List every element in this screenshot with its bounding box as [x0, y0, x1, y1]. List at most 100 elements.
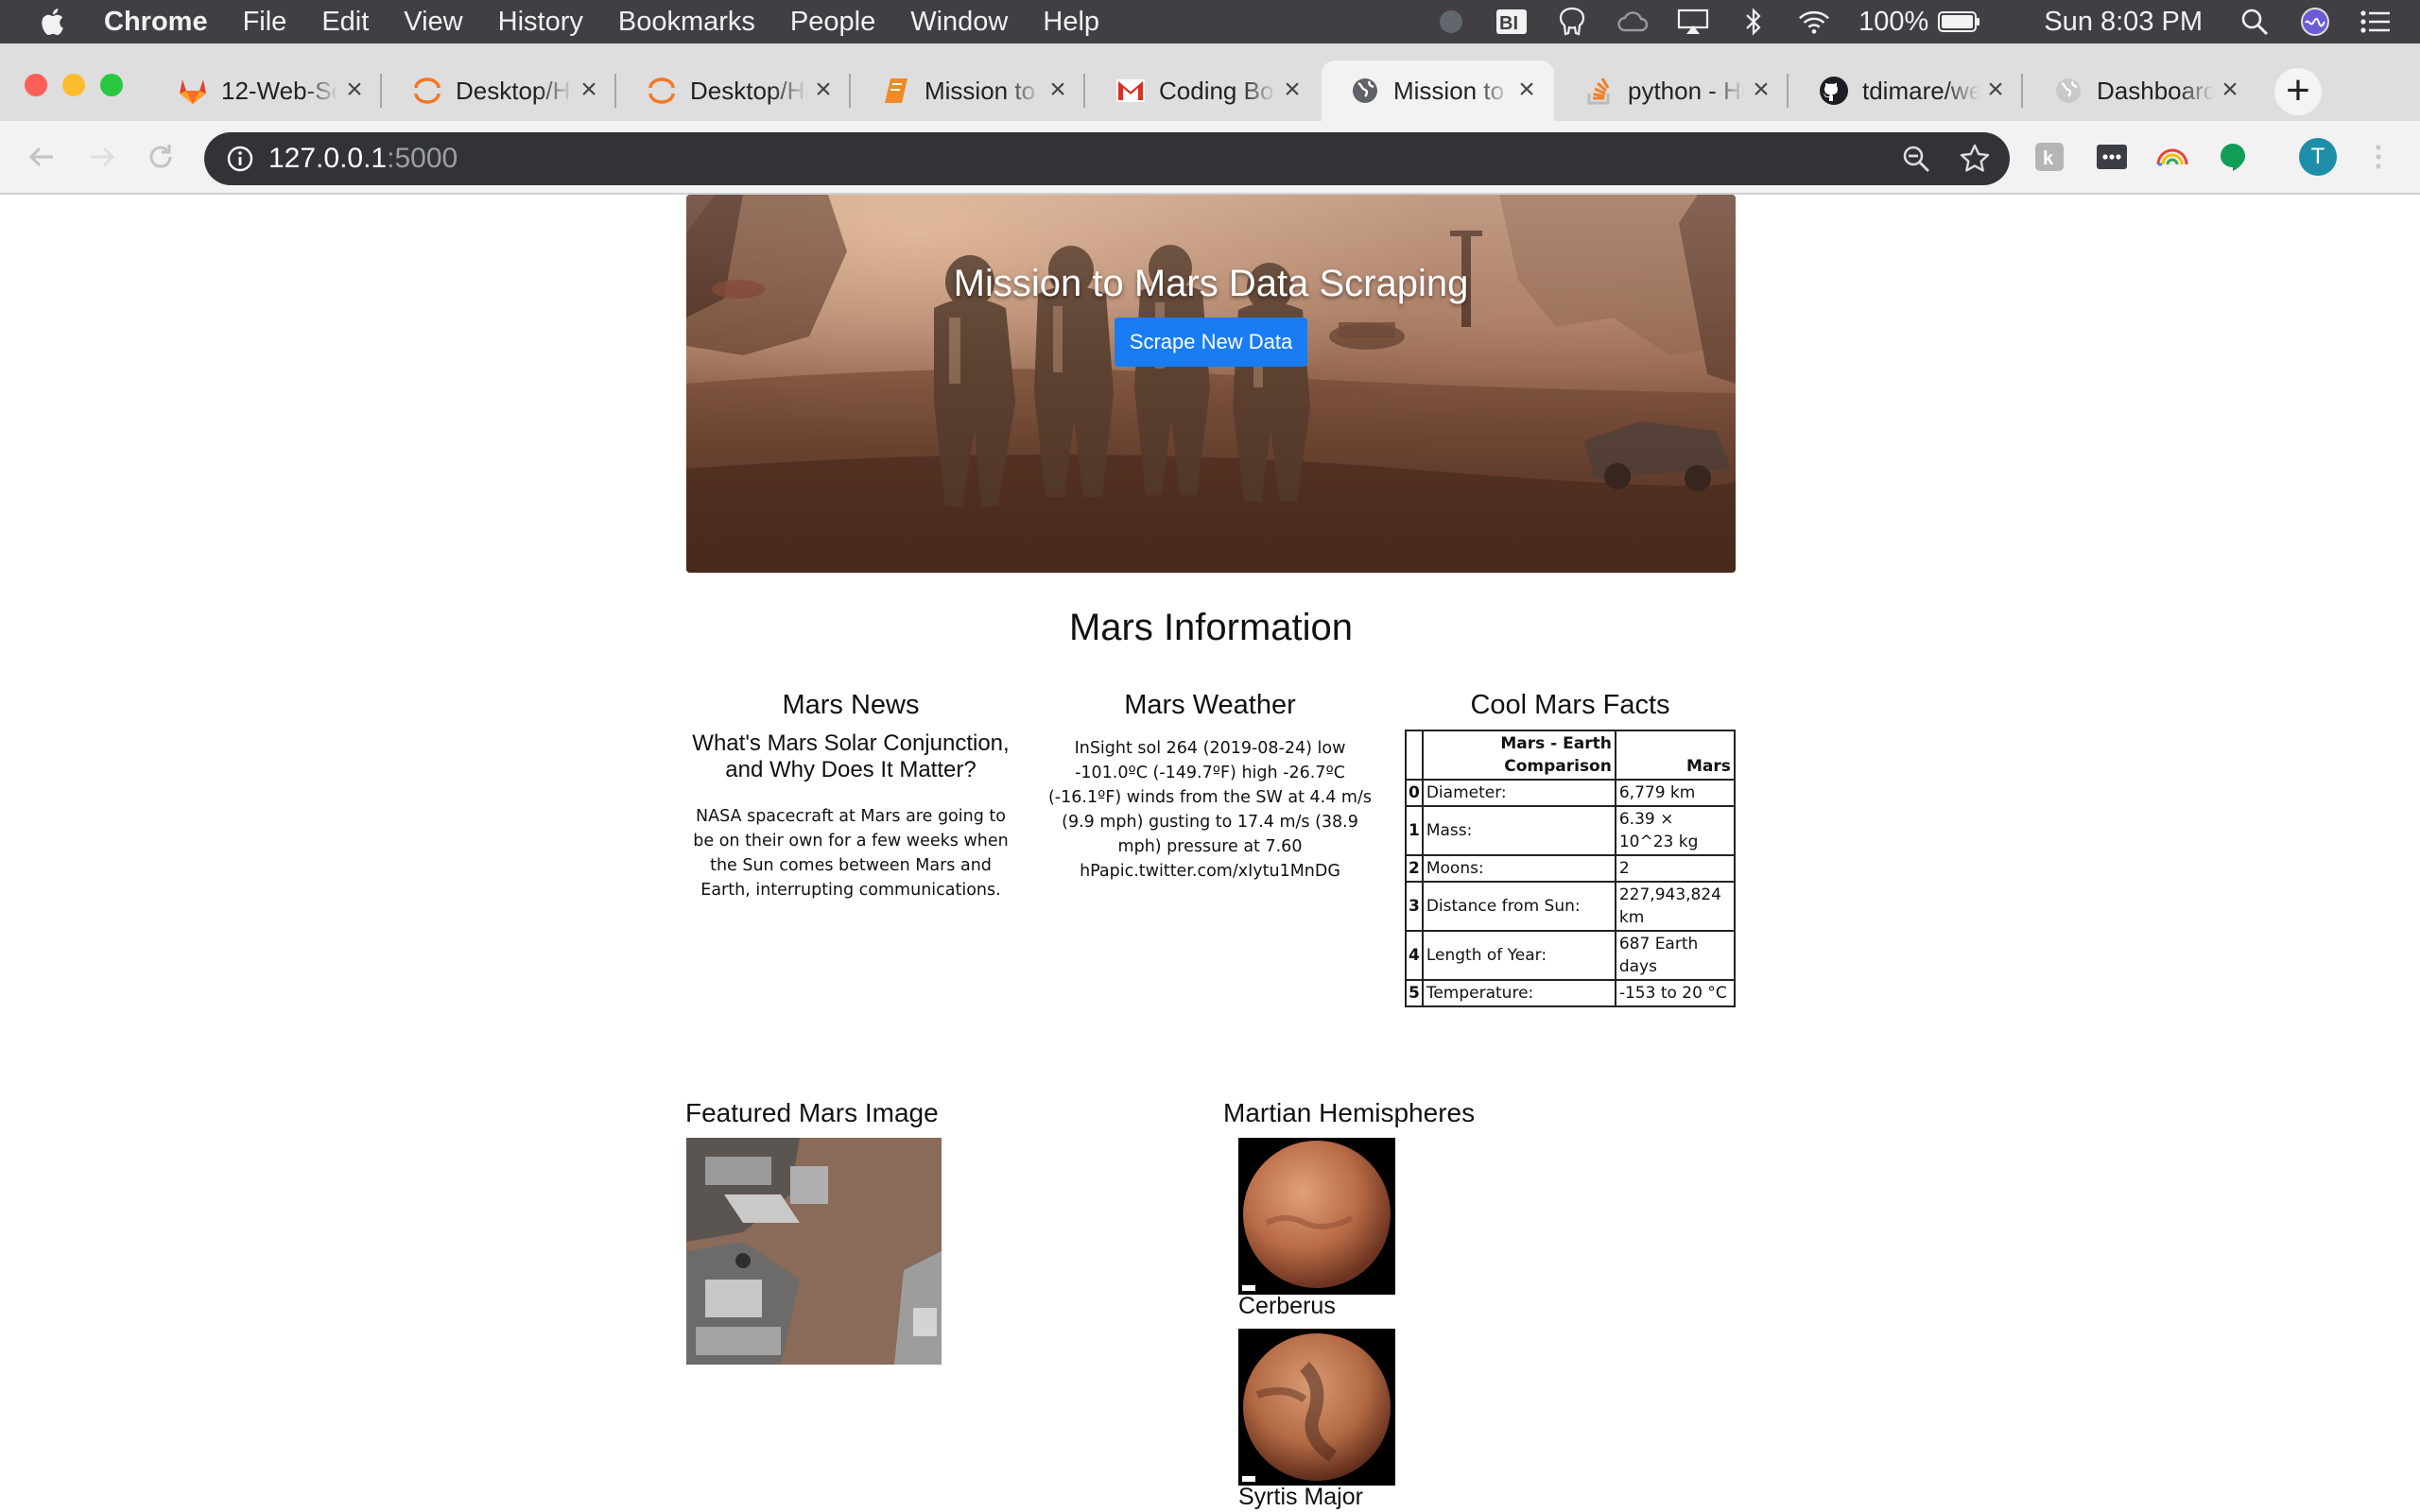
tab-jupyter-2[interactable]: Desktop/Homework ×: [618, 60, 851, 121]
tab-mission-active[interactable]: Mission to Mars ×: [1322, 60, 1554, 121]
tab-close-icon[interactable]: ×: [1749, 76, 1773, 104]
tab-close-icon[interactable]: ×: [2218, 76, 2242, 104]
menu-history[interactable]: History: [498, 7, 583, 38]
tab-gitlab[interactable]: 12-Web-Scraping ×: [149, 60, 382, 121]
tab-title: tdimare/web-scraping: [1862, 76, 1979, 105]
tab-close-icon[interactable]: ×: [1280, 76, 1305, 104]
mars-facts-table: Mars - Earth Comparison Mars 0 Diameter: 6…: [1405, 730, 1736, 1007]
tab-stackoverflow[interactable]: python - How to ×: [1556, 60, 1789, 121]
menu-edit[interactable]: Edit: [321, 7, 369, 38]
battery-percentage: 100%: [1858, 6, 1929, 37]
featured-image-heading: Featured Mars Image: [685, 1098, 939, 1127]
spotlight-search-icon[interactable]: [2238, 8, 2271, 36]
tab-title: Desktop/Homework: [456, 76, 573, 105]
bluetooth-icon[interactable]: [1737, 8, 1770, 36]
macos-menu-bar: Chrome File Edit View History Bookmarks …: [0, 0, 2420, 43]
window-zoom-button[interactable]: [100, 74, 123, 96]
scrape-new-data-button[interactable]: Scrape New Data: [1115, 318, 1307, 367]
info-icon[interactable]: [227, 146, 253, 172]
window-minimize-button[interactable]: [62, 74, 85, 96]
extension-k-icon[interactable]: k: [2032, 140, 2066, 174]
svg-text:BI: BI: [1499, 13, 1518, 34]
featured-mars-image[interactable]: [686, 1138, 942, 1365]
table-row: 2 Moons: 2: [1405, 854, 1736, 883]
menu-file[interactable]: File: [243, 7, 287, 38]
wifi-icon[interactable]: [1798, 8, 1830, 36]
postgres-elephant-icon[interactable]: [1556, 7, 1588, 36]
bi-icon[interactable]: BI: [1495, 8, 1528, 36]
fact-label: Diameter:: [1421, 779, 1616, 807]
tab-close-icon[interactable]: ×: [342, 76, 367, 104]
apple-icon[interactable]: [38, 6, 70, 38]
forward-arrow-icon[interactable]: [85, 140, 119, 174]
tab-title: Mission to Mars: [1393, 76, 1511, 105]
zoom-icon[interactable]: [1902, 145, 1930, 173]
mars-facts-column: Cool Mars Facts: [1404, 690, 1737, 730]
news-paragraph: NASA spacecraft at Mars are going to be …: [693, 807, 1009, 900]
fact-label: Moons:: [1421, 854, 1616, 883]
notebook-icon: [881, 76, 911, 106]
notification-center-icon[interactable]: [2360, 8, 2392, 36]
stackoverflow-icon: [1584, 76, 1615, 106]
fact-value: 687 Earth days: [1614, 930, 1736, 981]
tab-close-icon[interactable]: ×: [1983, 76, 2008, 104]
address-bar[interactable]: 127.0.0.1:5000: [204, 132, 2010, 185]
reload-icon[interactable]: [144, 140, 178, 174]
menu-view[interactable]: View: [404, 7, 462, 38]
table-header-row: Mars - Earth Comparison Mars: [1405, 730, 1736, 781]
siri-icon[interactable]: [2299, 8, 2331, 36]
extension-password-icon[interactable]: [2095, 140, 2129, 174]
table-row: 0 Diameter: 6,779 km: [1405, 779, 1736, 807]
globe-icon: [1350, 76, 1380, 106]
tab-separator: [1083, 74, 1085, 108]
extension-rainbow-icon[interactable]: [2155, 140, 2189, 174]
jumbotron-banner: Mission to Mars Data Scraping Scrape New…: [686, 195, 1736, 573]
row-index: 2: [1405, 854, 1424, 883]
tab-close-icon[interactable]: ×: [577, 76, 601, 104]
page-viewport: Mission to Mars Data Scraping Scrape New…: [0, 195, 2420, 1512]
airplay-icon[interactable]: [1677, 8, 1709, 36]
tab-close-icon[interactable]: ×: [1514, 76, 1539, 104]
fact-value: 6,779 km: [1614, 779, 1736, 807]
menu-help[interactable]: Help: [1043, 7, 1099, 38]
fact-value: 227,943,824 km: [1614, 881, 1736, 932]
menubar-clock[interactable]: Sun 8:03 PM: [2044, 7, 2203, 38]
tab-github[interactable]: tdimare/web-scraping ×: [1790, 60, 2023, 121]
status-dot-icon[interactable]: [1435, 8, 1467, 36]
profile-avatar[interactable]: T: [2299, 138, 2337, 176]
svg-text:k: k: [2043, 148, 2054, 169]
jumbotron-overlay: [686, 195, 1736, 573]
syrtis-major-hemisphere-image[interactable]: [1238, 1329, 1395, 1486]
table-row: 4 Length of Year: 687 Earth days: [1405, 930, 1736, 981]
creative-cloud-icon[interactable]: [1616, 8, 1649, 36]
bookmark-star-icon[interactable]: [1959, 143, 1991, 175]
github-icon: [1819, 76, 1849, 106]
window-close-button[interactable]: [25, 74, 47, 96]
menu-app-chrome[interactable]: Chrome: [104, 7, 208, 38]
menu-bookmarks[interactable]: Bookmarks: [618, 7, 755, 38]
table-header-cell: [1405, 730, 1424, 781]
tab-close-icon[interactable]: ×: [1046, 76, 1070, 104]
cerberus-hemisphere-image[interactable]: [1238, 1138, 1395, 1295]
tab-jupyter-1[interactable]: Desktop/Homework ×: [384, 60, 616, 121]
new-tab-button[interactable]: +: [2274, 68, 2322, 115]
tab-dashboard[interactable]: Dashboard ×: [2025, 60, 2257, 121]
fact-value: -153 to 20 °C: [1614, 979, 1736, 1007]
url-text[interactable]: 127.0.0.1:5000: [268, 143, 458, 175]
extension-hangouts-icon[interactable]: [2216, 140, 2250, 174]
fact-label: Temperature:: [1421, 979, 1616, 1007]
tab-gmail[interactable]: Coding Bootcamp ×: [1087, 60, 1320, 121]
table-header-cell: Mars - Earth Comparison: [1421, 730, 1616, 781]
tab-close-icon[interactable]: ×: [811, 76, 836, 104]
mars-news-heading: Mars News: [782, 690, 920, 720]
battery-icon[interactable]: [1938, 8, 1981, 36]
chrome-menu-icon[interactable]: [2361, 140, 2395, 174]
menu-window[interactable]: Window: [910, 7, 1008, 38]
tab-mission-notebook[interactable]: Mission to Mars ×: [853, 60, 1085, 121]
back-arrow-icon[interactable]: [25, 140, 59, 174]
tab-title: Mission to Mars: [925, 76, 1042, 105]
menu-people[interactable]: People: [790, 7, 875, 38]
tab-title: 12-Web-Scraping: [221, 76, 338, 105]
row-index: 1: [1405, 805, 1424, 856]
tab-title: python - How to: [1628, 76, 1745, 105]
